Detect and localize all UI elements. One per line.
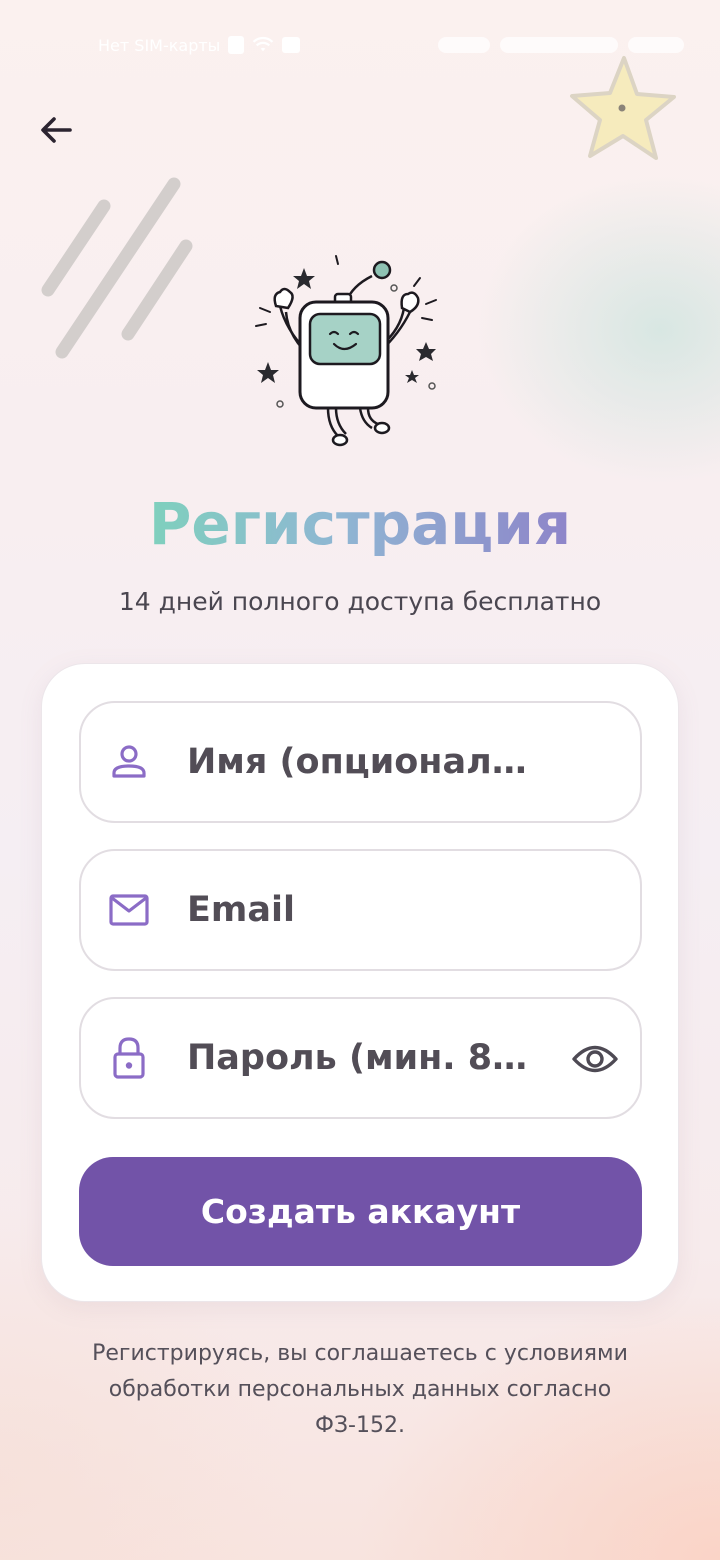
registration-form-card: Имя (опционально) Email Пароль (мин. 8 с…: [41, 663, 679, 1302]
create-account-button[interactable]: Создать аккаунт: [79, 1157, 642, 1266]
wifi-icon: [253, 36, 274, 52]
robot-mascot-illustration: [255, 255, 437, 447]
terms-line-3: ФЗ-152.: [315, 1413, 405, 1438]
person-icon: [107, 740, 151, 784]
arrow-left-icon: [41, 117, 72, 143]
password-placeholder: Пароль (мин. 8 символов): [187, 1038, 537, 1078]
carrier-label: Нет SIM-карты: [98, 35, 221, 55]
email-field[interactable]: Email: [79, 849, 642, 971]
decorative-star-icon: [570, 56, 676, 160]
page-subtitle: 14 дней полного доступа бесплатно: [118, 587, 602, 616]
back-button[interactable]: [30, 104, 82, 156]
terms-line-1: Регистрируясь, вы соглашаетесь с условия…: [92, 1341, 628, 1366]
lock-icon: [107, 1036, 151, 1080]
decorative-strokes: [41, 177, 193, 359]
email-placeholder: Email: [187, 890, 295, 930]
status-left: Нет SIM-карты: [98, 35, 301, 55]
eye-icon: [572, 1045, 618, 1073]
show-password-toggle[interactable]: [570, 1034, 620, 1084]
page-title: Регистрация: [0, 484, 720, 564]
page-title-text: Регистрация: [148, 490, 572, 558]
name-placeholder: Имя (опционально): [187, 742, 537, 782]
status-icons-blur: [438, 37, 490, 53]
terms-notice: Регистрируясь, вы соглашаетесь с условия…: [60, 1336, 660, 1444]
password-field[interactable]: Пароль (мин. 8 символов): [79, 997, 642, 1119]
notification-icon: [282, 37, 301, 53]
terms-line-2: обработки персональных данных согласно: [108, 1377, 612, 1402]
name-field[interactable]: Имя (опционально): [79, 701, 642, 823]
envelope-icon: [107, 888, 151, 932]
sim-icon: [228, 36, 245, 54]
